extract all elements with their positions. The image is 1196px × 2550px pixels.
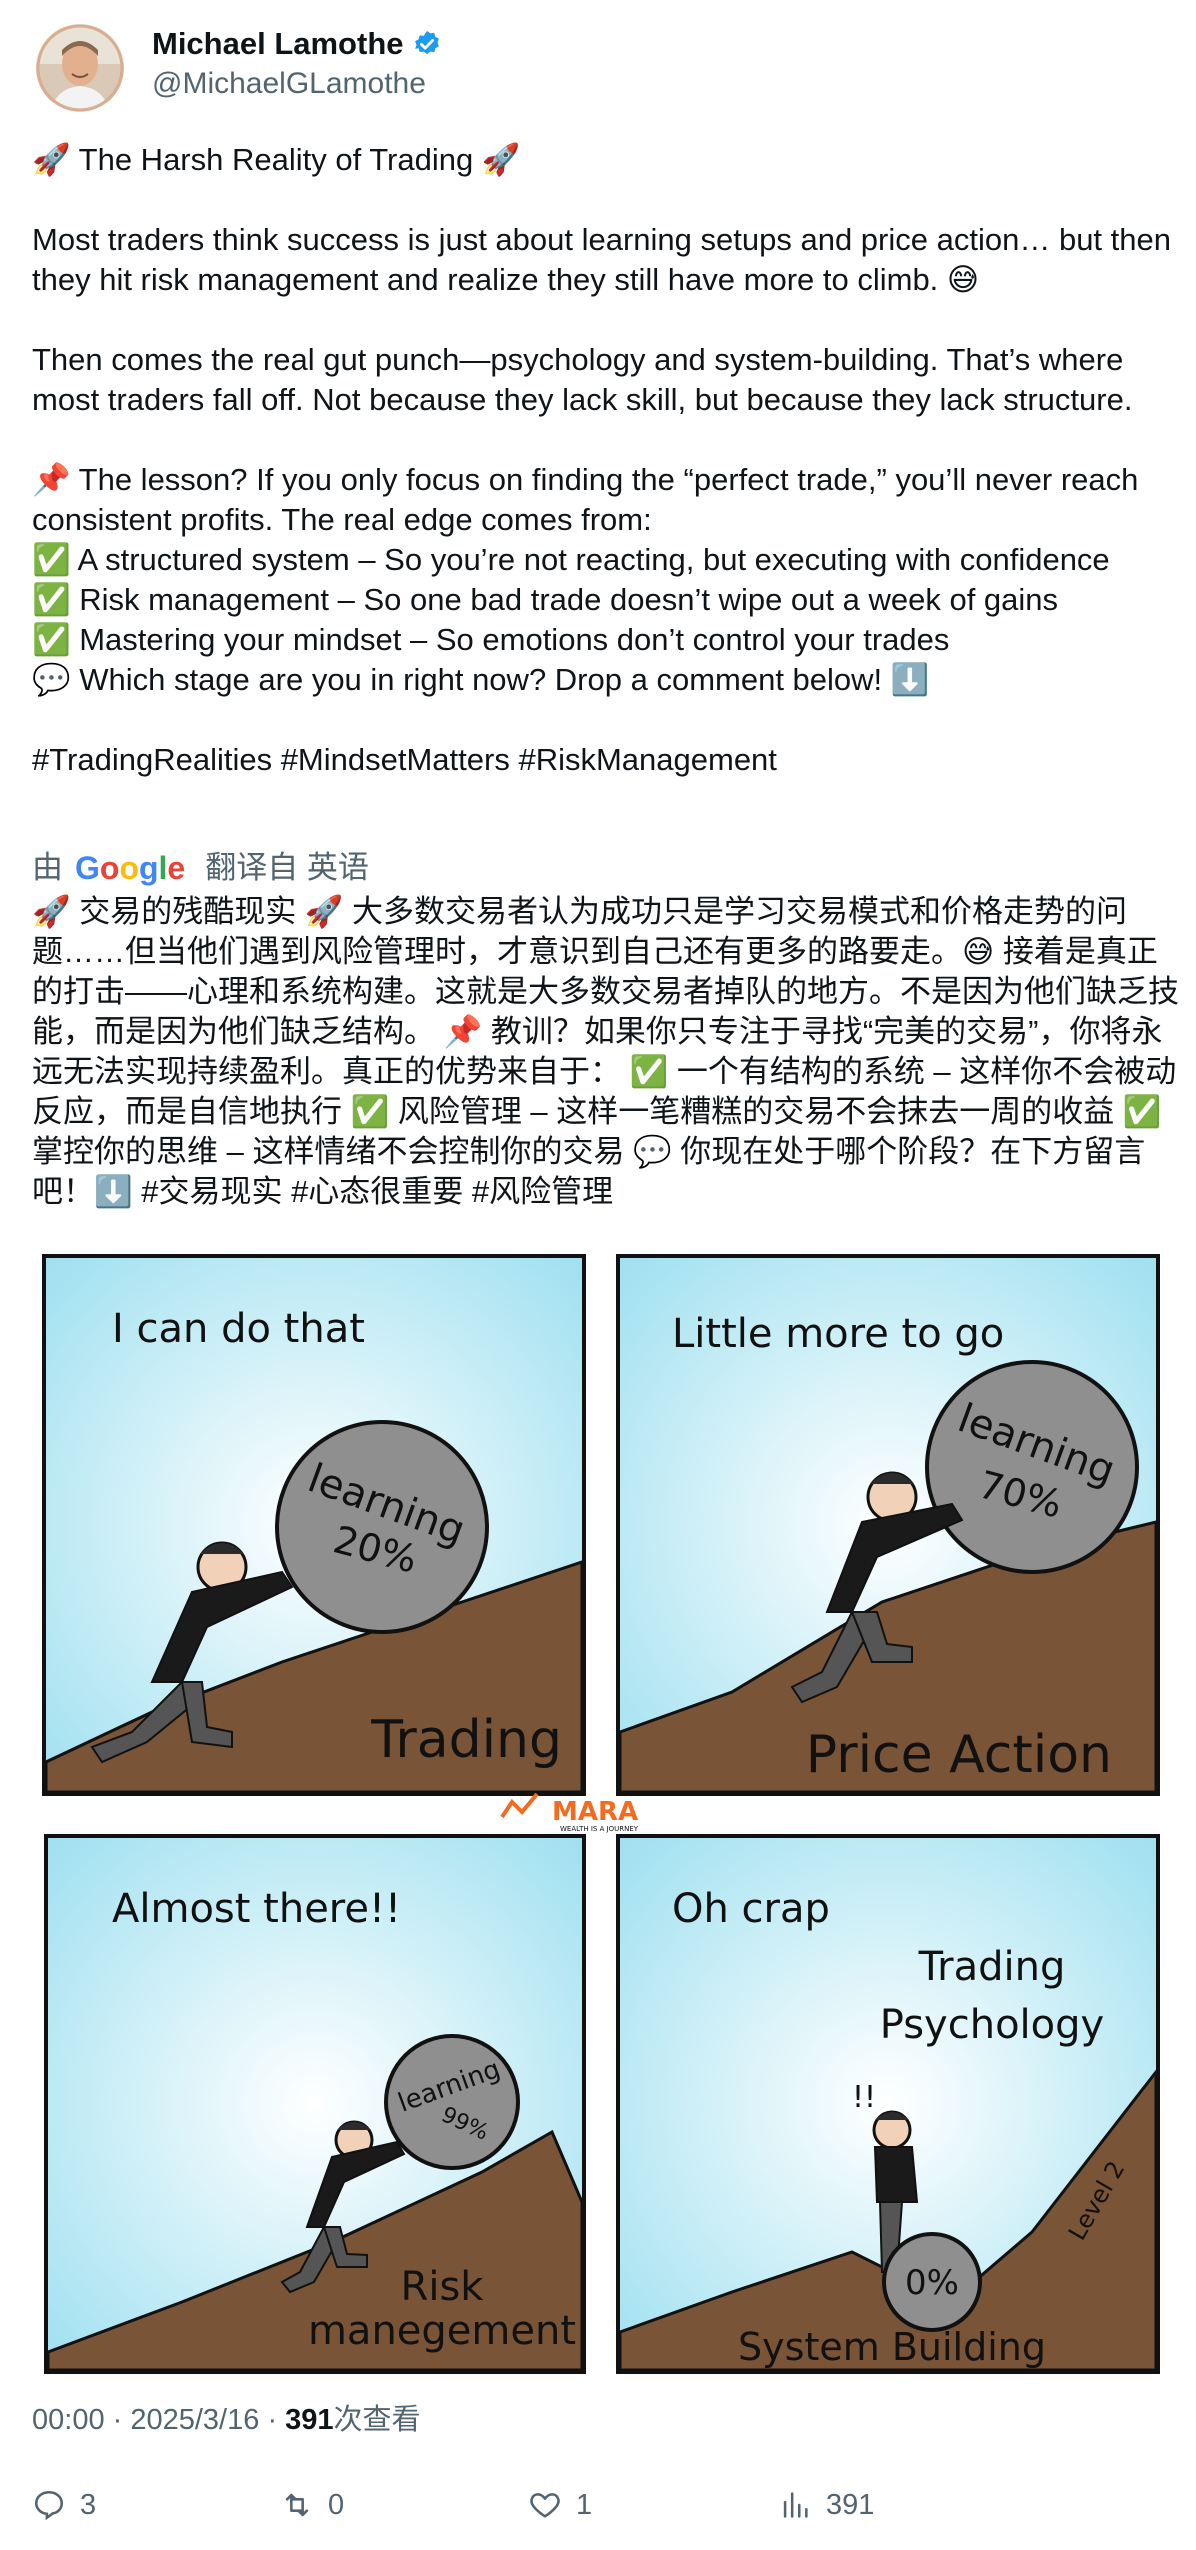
reply-button[interactable]: 3 <box>32 2488 96 2522</box>
views-button[interactable]: 391 <box>778 2488 874 2522</box>
speech-text: Oh crap <box>672 1886 830 1932</box>
svg-text:!!: !! <box>852 2080 876 2115</box>
comic-panel-2: Little more to go learning 70% Price Act… <box>616 1254 1160 1796</box>
author-name[interactable]: Michael Lamothe <box>152 24 404 64</box>
panel-caption: System Building <box>738 2325 1046 2369</box>
avatar[interactable] <box>36 24 124 112</box>
action-bar: 3 0 1 391 <box>32 2488 1162 2538</box>
view-label: 次查看 <box>333 2404 421 2436</box>
reply-icon <box>34 2490 64 2521</box>
translation-source[interactable]: 翻译自 英语 <box>205 848 369 888</box>
tweet-text: 🚀 The Harsh Reality of Trading 🚀 Most tr… <box>32 140 1172 780</box>
speech-text: Little more to go <box>672 1311 1004 1357</box>
view-count: 391 <box>285 2404 334 2436</box>
tweet-line: ✅ A structured system – So you’re not re… <box>32 542 1110 577</box>
comic-image[interactable]: I can do that learning 20% Trading Littl… <box>32 1242 1162 2378</box>
comic-panel-1: I can do that learning 20% Trading <box>42 1254 586 1796</box>
boulder-percent: 0% <box>905 2263 959 2303</box>
speech-text: I can do that <box>112 1306 365 1352</box>
hashtags[interactable]: #TradingRealities #MindsetMatters #RiskM… <box>32 740 1172 780</box>
panel-extra-text: Psychology <box>880 2002 1104 2048</box>
analytics-icon <box>783 2492 808 2518</box>
repost-count: 0 <box>328 2488 345 2521</box>
repost-icon <box>285 2493 309 2517</box>
tweet-line: ✅ Risk management – So one bad trade doe… <box>32 582 1059 617</box>
watermark-text: MARA <box>552 1797 638 1827</box>
translation-prefix: 由 <box>32 850 63 885</box>
translated-text: 🚀 交易的残酷现实 🚀 大多数交易者认为成功只是学习交易模式和价格走势的问题……… <box>32 894 1179 1209</box>
panel-caption: Risk <box>401 2264 485 2310</box>
tweet-meta: 00:00 · 2025/3/16 · 391次查看 <box>32 2404 421 2436</box>
tweet-date[interactable]: 2025/3/16 <box>130 2404 259 2436</box>
panel-caption: Trading <box>370 1710 562 1770</box>
comic-panel-4: Oh crap Trading Psychology Level 2 !! 0%… <box>616 1834 1160 2374</box>
tweet-line: 🚀 The Harsh Reality of Trading 🚀 <box>32 142 521 177</box>
speech-text: Almost there!! <box>112 1886 401 1932</box>
boulder: learning 20% <box>275 1420 489 1634</box>
tweet-line: 📌 The lesson? If you only focus on findi… <box>32 462 1139 537</box>
views-count: 391 <box>826 2488 875 2521</box>
tweet-line: ✅ Mastering your mindset – So emotions d… <box>32 622 950 657</box>
panel-extra-text: Trading <box>918 1944 1066 1990</box>
like-count: 1 <box>576 2488 593 2521</box>
boulder: learning 70% <box>925 1360 1139 1574</box>
watermark-subtext: WEALTH IS A JOURNEY <box>560 1825 639 1833</box>
tweet-time[interactable]: 00:00 <box>32 2404 105 2436</box>
verified-badge-icon <box>414 30 439 55</box>
boulder: learning 99% <box>384 2034 520 2170</box>
reply-count: 3 <box>80 2488 97 2521</box>
author-handle[interactable]: @MichaelGLamothe <box>152 64 426 104</box>
translation-attribution: 由 Google 翻译自 英语 <box>32 848 369 888</box>
tweet-line: Most traders think success is just about… <box>32 222 1171 297</box>
tweet-line: Then comes the real gut punch—psychology… <box>32 342 1133 417</box>
mara-watermark: MARA WEALTH IS A JOURNEY <box>500 1792 639 1833</box>
repost-button[interactable]: 0 <box>280 2488 344 2522</box>
tweet-line: 💬 Which stage are you in right now? Drop… <box>32 662 930 697</box>
panel-caption: manegement <box>308 2308 576 2354</box>
tweet-header: Michael Lamothe @MichaelGLamothe <box>36 24 1156 116</box>
panel-caption: Price Action <box>806 1725 1112 1785</box>
boulder: 0% <box>882 2232 982 2332</box>
heart-icon <box>530 2493 560 2518</box>
like-button[interactable]: 1 <box>528 2488 592 2522</box>
comic-panel-3: Almost there!! learning 99% Risk manegem… <box>44 1834 586 2374</box>
google-logo: Google <box>75 850 186 886</box>
